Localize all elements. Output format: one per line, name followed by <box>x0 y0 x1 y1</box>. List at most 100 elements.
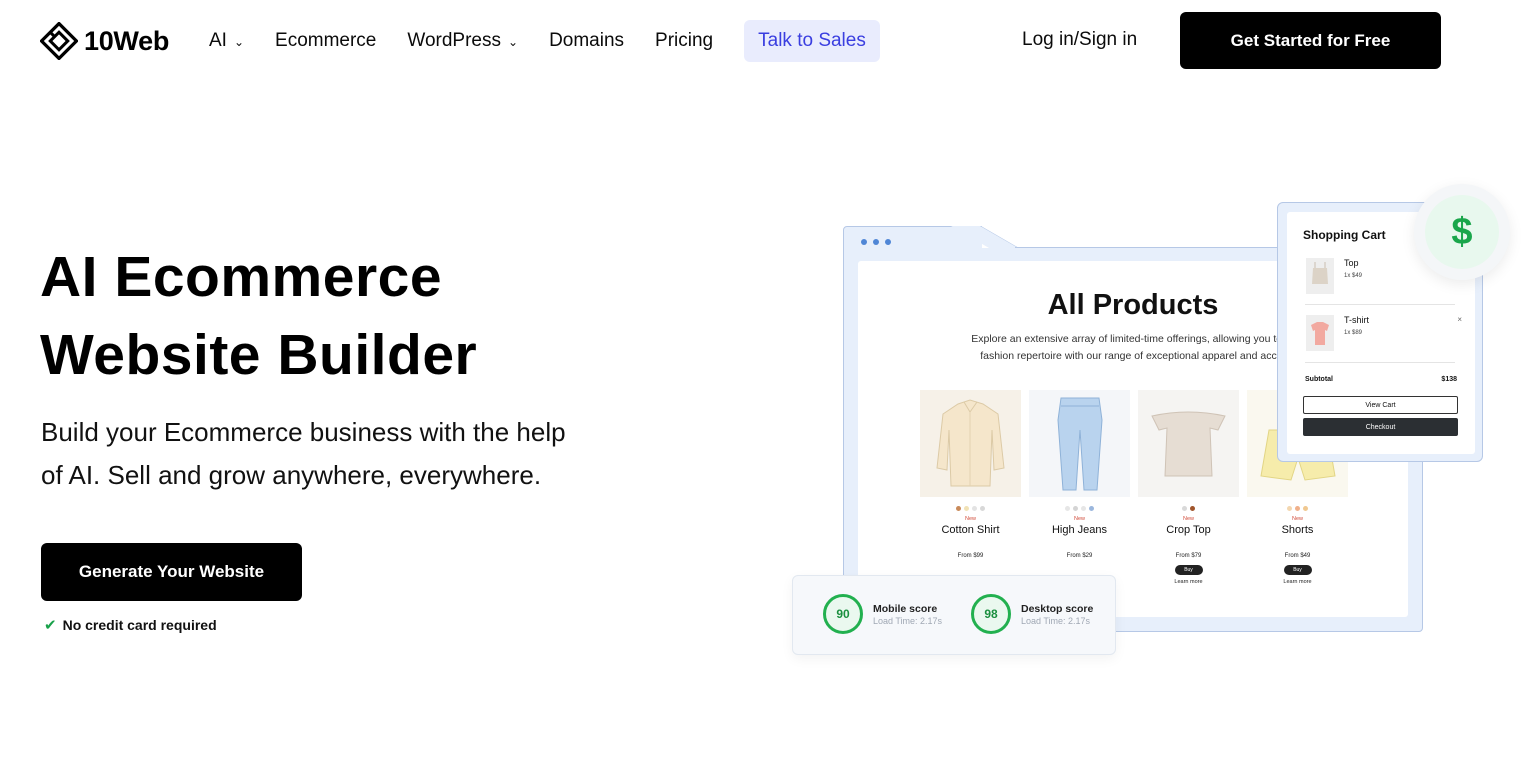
product-color-dots <box>1247 506 1348 511</box>
score-ring: 98 <box>971 594 1011 634</box>
login-link[interactable]: Log in/Sign in <box>1022 29 1137 51</box>
hero-title-line: Website Builder <box>40 323 478 387</box>
performance-score-card: 90 Mobile score Load Time: 2.17s 98 Desk… <box>792 575 1116 655</box>
nav-item-domains[interactable]: Domains <box>549 30 624 52</box>
cart-item-thumbnail <box>1306 258 1334 294</box>
cart-title: Shopping Cart <box>1303 228 1386 242</box>
nav-item-ai[interactable]: AI ⌄ <box>209 30 244 52</box>
color-swatch[interactable] <box>1303 506 1308 511</box>
product-learn-more-link[interactable]: Learn more <box>1138 579 1239 585</box>
color-swatch[interactable] <box>980 506 985 511</box>
cart-subtotal-value: $138 <box>1441 376 1457 383</box>
product-name: Cotton Shirt <box>941 524 1000 536</box>
product-badge: New <box>1182 516 1194 522</box>
cart-item-qty: 1x $89 <box>1344 330 1363 336</box>
products-description: Explore an extensive array of limited-ti… <box>934 331 1334 365</box>
product-buy-button[interactable]: Buy <box>1283 565 1312 575</box>
product-color-dots <box>920 506 1021 511</box>
product-card[interactable]: New High Jeans From $29 <box>1029 390 1130 559</box>
color-swatch[interactable] <box>1089 506 1094 511</box>
score-ring: 90 <box>823 594 863 634</box>
nav-item-label: WordPress <box>407 30 501 51</box>
cart-item-name: T-shirt <box>1344 315 1370 325</box>
cart-item-thumbnail <box>1306 315 1334 351</box>
product-color-dots <box>1138 506 1239 511</box>
color-swatch[interactable] <box>964 506 969 511</box>
color-swatch[interactable] <box>956 506 961 511</box>
nav-item-pricing[interactable]: Pricing <box>655 30 713 52</box>
cart-divider <box>1305 362 1455 363</box>
product-card[interactable]: New Cotton Shirt From $99 <box>920 390 1021 559</box>
nav-item-label: Ecommerce <box>275 30 377 51</box>
product-price: From $29 <box>1066 553 1093 559</box>
checkout-button[interactable]: Checkout <box>1303 418 1458 436</box>
products-description-line: Explore an extensive array of limited-ti… <box>971 333 1297 345</box>
brand-name: 10Web <box>84 25 170 56</box>
no-credit-card-note: ✔ No credit card required <box>44 616 217 634</box>
hero-subtitle-line: of AI. Sell and grow anywhere, everywher… <box>41 460 542 490</box>
generate-website-button[interactable]: Generate Your Website <box>41 543 302 601</box>
product-name: Crop Top <box>1166 524 1211 536</box>
product-badge: New <box>1073 516 1085 522</box>
color-swatch[interactable] <box>1287 506 1292 511</box>
cart-divider <box>1305 304 1455 305</box>
product-buy-button[interactable]: Buy <box>1174 565 1203 575</box>
color-swatch[interactable] <box>1190 506 1195 511</box>
chevron-down-icon: ⌄ <box>508 35 519 49</box>
product-image <box>1029 390 1130 497</box>
desktop-score: 98 Desktop score Load Time: 2.17s <box>971 594 1093 634</box>
product-image <box>920 390 1021 497</box>
color-swatch[interactable] <box>1182 506 1187 511</box>
window-dot <box>885 239 891 245</box>
talk-to-sales-button[interactable]: Talk to Sales <box>744 20 880 62</box>
window-dots <box>861 239 891 245</box>
color-swatch[interactable] <box>1295 506 1300 511</box>
product-name: Shorts <box>1281 524 1314 536</box>
checkmark-icon: ✔ <box>44 617 57 634</box>
color-swatch[interactable] <box>972 506 977 511</box>
hero-subtitle: Build your Ecommerce business with the h… <box>41 411 621 497</box>
logo-mark-icon <box>40 22 78 60</box>
product-price: From $79 <box>1175 553 1202 559</box>
product-card[interactable]: New Crop Top From $79 Buy Learn more <box>1138 390 1239 585</box>
score-label: Mobile score <box>873 602 938 615</box>
nav-item-label: AI <box>209 30 227 51</box>
score-label: Desktop score <box>1021 602 1094 615</box>
product-image <box>1138 390 1239 497</box>
products-description-line: fashion repertoire with our range of exc… <box>980 350 1288 362</box>
cart-item-qty: 1x $49 <box>1344 273 1363 279</box>
product-name: High Jeans <box>1051 524 1108 536</box>
nav-item-wordpress[interactable]: WordPress ⌄ <box>407 30 518 52</box>
product-badge: New <box>964 516 976 522</box>
product-price: From $99 <box>957 553 984 559</box>
brand-logo[interactable]: 10Web <box>40 22 169 60</box>
color-swatch[interactable] <box>1073 506 1078 511</box>
get-started-button[interactable]: Get Started for Free <box>1180 12 1441 69</box>
chevron-down-icon: ⌄ <box>233 35 245 49</box>
hero-subtitle-line: Build your Ecommerce business with the h… <box>41 417 566 447</box>
product-color-dots <box>1029 506 1130 511</box>
site-header: 10Web AI ⌄ Ecommerce WordPress ⌄ Domains… <box>0 0 1536 82</box>
dollar-badge: $ <box>1414 184 1510 280</box>
window-dot <box>873 239 879 245</box>
cart-item: T-shirt 1x $89 × <box>1306 315 1466 355</box>
color-swatch[interactable] <box>1081 506 1086 511</box>
score-load-time: Load Time: 2.17s <box>873 615 943 626</box>
no-credit-card-text: No credit card required <box>62 617 217 633</box>
main-nav: AI ⌄ Ecommerce WordPress ⌄ Domains Prici… <box>209 0 880 82</box>
view-cart-button[interactable]: View Cart <box>1303 396 1458 414</box>
cart-item-name: Top <box>1344 258 1359 268</box>
score-load-time: Load Time: 2.17s <box>1021 615 1091 626</box>
color-swatch[interactable] <box>1065 506 1070 511</box>
product-price: From $49 <box>1284 553 1311 559</box>
nav-item-label: Pricing <box>655 30 714 51</box>
dollar-icon: $ <box>1425 195 1499 269</box>
nav-item-label: Domains <box>549 30 625 51</box>
mobile-score: 90 Mobile score Load Time: 2.17s <box>823 594 942 634</box>
product-learn-more-link[interactable]: Learn more <box>1247 579 1348 585</box>
product-badge: New <box>1291 516 1303 522</box>
nav-item-ecommerce[interactable]: Ecommerce <box>275 30 376 52</box>
remove-item-icon[interactable]: × <box>1457 315 1462 324</box>
hero-title-line: AI Ecommerce <box>40 245 443 309</box>
window-dot <box>861 239 867 245</box>
